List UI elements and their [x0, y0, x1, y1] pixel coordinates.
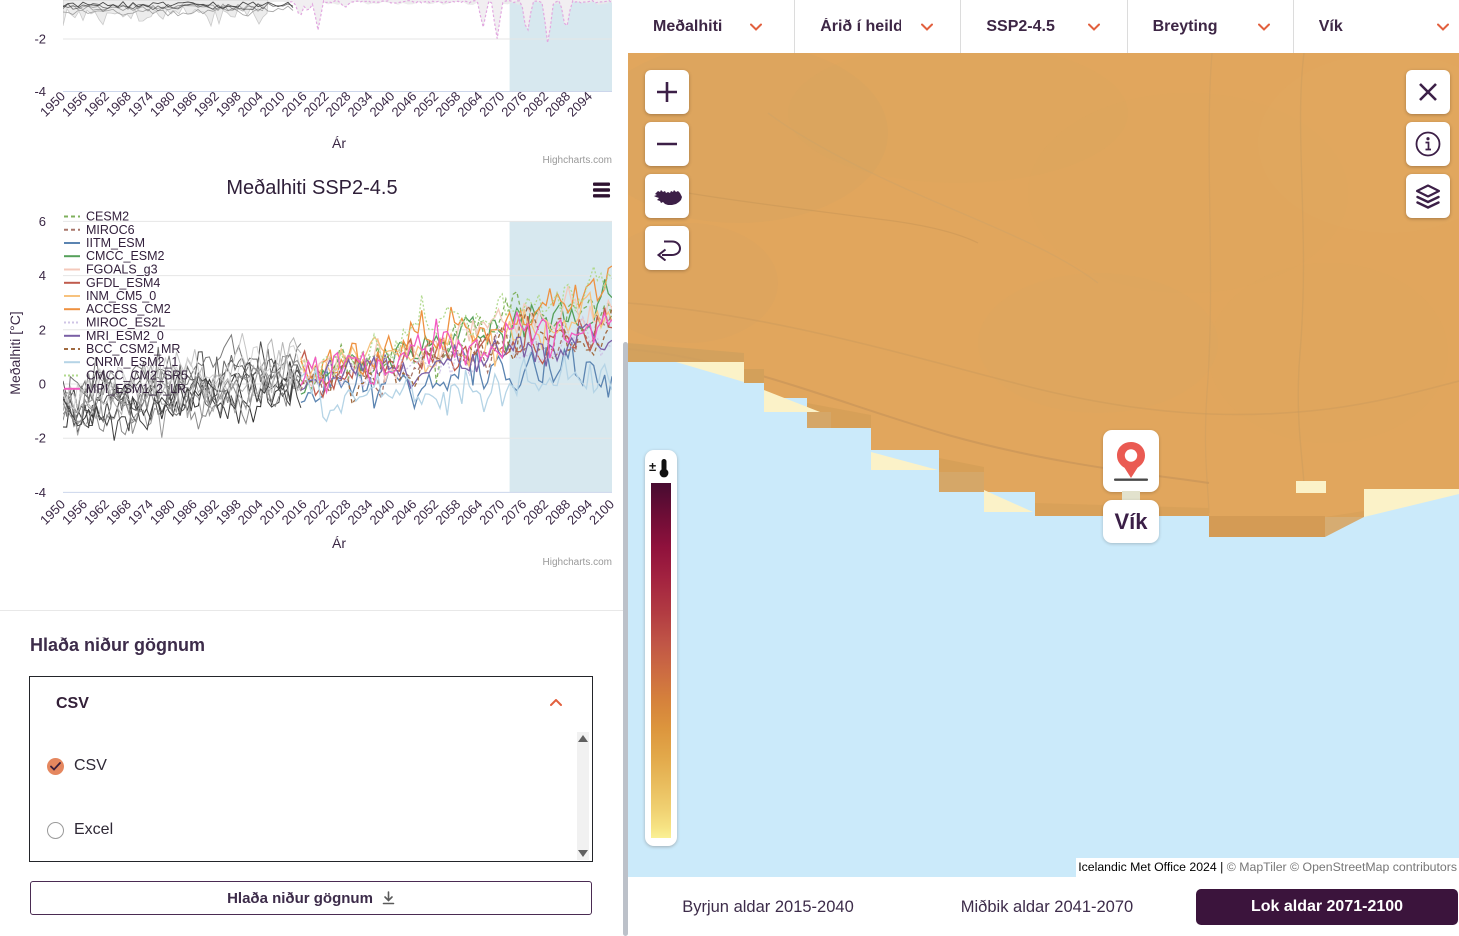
- svg-text:-4: -4: [34, 485, 46, 500]
- svg-text:CMCC_ESM2: CMCC_ESM2: [86, 249, 165, 263]
- svg-text:IITM_ESM: IITM_ESM: [86, 236, 145, 250]
- svg-text:4: 4: [39, 268, 46, 283]
- svg-text:2: 2: [39, 322, 46, 337]
- svg-text:BCC_CSM2_MR: BCC_CSM2_MR: [86, 342, 180, 356]
- svg-text:-2: -2: [34, 431, 46, 446]
- svg-text:MPI_ESM1_2_LR: MPI_ESM1_2_LR: [86, 382, 186, 396]
- svg-text:Ár: Ár: [332, 135, 346, 151]
- svg-text:Highcharts.com: Highcharts.com: [543, 155, 612, 166]
- svg-text:6: 6: [39, 214, 46, 229]
- svg-text:-4: -4: [34, 84, 46, 99]
- svg-text:GFDL_ESM4: GFDL_ESM4: [86, 276, 160, 290]
- svg-text:INM_CM5_0: INM_CM5_0: [86, 289, 156, 303]
- svg-text:-2: -2: [34, 32, 46, 47]
- svg-text:0: 0: [39, 377, 46, 392]
- svg-text:Meðalhiti SSP2-4.5: Meðalhiti SSP2-4.5: [226, 177, 397, 199]
- svg-text:Highcharts.com: Highcharts.com: [543, 557, 612, 568]
- svg-text:CMCC_CM2_SR5: CMCC_CM2_SR5: [86, 369, 188, 383]
- svg-text:Ár: Ár: [332, 535, 346, 551]
- svg-text:2100: 2100: [586, 497, 617, 528]
- svg-text:ACCESS_CM2: ACCESS_CM2: [86, 302, 171, 316]
- svg-text:2094: 2094: [564, 89, 595, 120]
- svg-text:MIROC_ES2L: MIROC_ES2L: [86, 316, 165, 330]
- svg-text:MRI_ESM2_0: MRI_ESM2_0: [86, 329, 164, 343]
- svg-text:CESM2: CESM2: [86, 210, 129, 224]
- svg-text:MIROC6: MIROC6: [86, 223, 135, 237]
- svg-text:CNRM_ESM2_1: CNRM_ESM2_1: [86, 355, 178, 369]
- svg-text:FGOALS_g3: FGOALS_g3: [86, 263, 158, 277]
- svg-text:±: ±: [649, 459, 656, 474]
- svg-text:Meðalhiti [°C]: Meðalhiti [°C]: [7, 311, 23, 394]
